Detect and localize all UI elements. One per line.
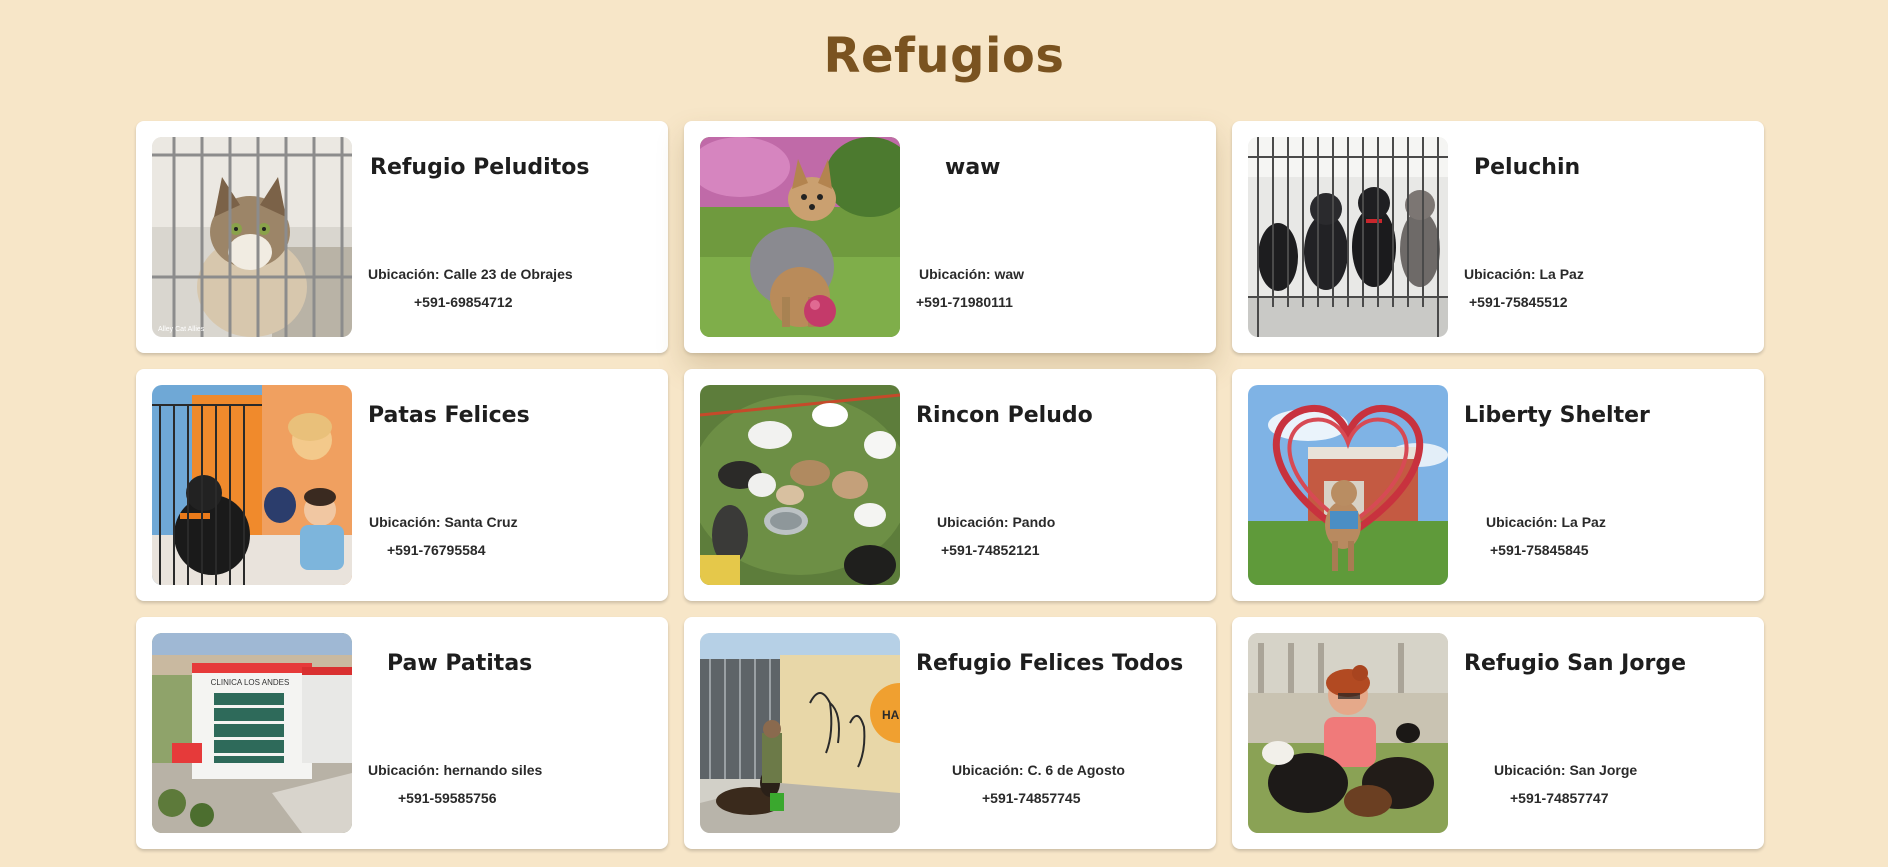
location-label: Ubicación: <box>937 514 1009 530</box>
shelter-name: Paw Patitas <box>387 651 533 676</box>
shelter-grid: Alley Cat Allies Refugio Peluditos Ubica… <box>136 121 1764 849</box>
shelter-phone: +591-74857747 <box>1510 790 1609 806</box>
photo-watermark: Alley Cat Allies <box>158 326 205 333</box>
shelter-phone: +591-74857745 <box>982 790 1081 806</box>
shelter-location: Ubicación: hernando siles <box>368 762 542 778</box>
location-value: C. 6 de Agosto <box>1027 762 1125 778</box>
location-label: Ubicación: <box>368 762 440 778</box>
location-value: La Paz <box>1561 514 1606 530</box>
shelter-card[interactable]: CLINICA LOS ANDES Paw Patitas Ubicación:… <box>136 617 668 849</box>
puppies-in-kennel-photo <box>1248 137 1448 337</box>
shelter-card[interactable]: Refugio San Jorge Ubicación: San Jorge +… <box>1232 617 1764 849</box>
shelter-card[interactable]: Rincon Peludo Ubicación: Pando +591-7485… <box>684 369 1216 601</box>
shelter-phone: +591-75845845 <box>1490 542 1589 558</box>
shelter-location: Ubicación: La Paz <box>1464 266 1584 282</box>
mural-sign: HACH <box>882 708 900 722</box>
shelter-card[interactable]: Liberty Shelter Ubicación: La Paz +591-7… <box>1232 369 1764 601</box>
shelter-phone: +591-59585756 <box>398 790 497 806</box>
shelter-location: Ubicación: San Jorge <box>1494 762 1637 778</box>
shelter-name: waw <box>945 155 1001 180</box>
shelter-name: Refugio Felices Todos <box>916 651 1184 676</box>
location-label: Ubicación: <box>1486 514 1558 530</box>
shelter-phone: +591-75845512 <box>1469 294 1568 310</box>
location-label: Ubicación: <box>919 266 991 282</box>
shelter-name: Refugio San Jorge <box>1464 651 1686 676</box>
shelter-phone: +591-74852121 <box>941 542 1040 558</box>
location-value: waw <box>994 266 1025 282</box>
shelter-card[interactable]: Patas Felices Ubicación: Santa Cruz +591… <box>136 369 668 601</box>
location-label: Ubicación: <box>369 514 441 530</box>
shelter-name: Liberty Shelter <box>1464 403 1650 428</box>
shelter-location: Ubicación: Calle 23 de Obrajes <box>368 266 573 282</box>
location-value: Santa Cruz <box>444 514 518 530</box>
location-value: hernando siles <box>443 762 543 778</box>
location-value: La Paz <box>1539 266 1584 282</box>
shelter-name: Patas Felices <box>368 403 530 428</box>
shelter-name: Peluchin <box>1474 155 1581 180</box>
shelter-location: Ubicación: Pando <box>937 514 1055 530</box>
shelter-card[interactable]: Peluchin Ubicación: La Paz +591-75845512 <box>1232 121 1764 353</box>
shelter-phone: +591-76795584 <box>387 542 486 558</box>
yorkshire-terrier-with-ball-photo <box>700 137 900 337</box>
shelter-name: Rincon Peludo <box>916 403 1093 428</box>
location-label: Ubicación: <box>1464 266 1536 282</box>
building-sign: CLINICA LOS ANDES <box>211 678 290 687</box>
shelter-location: Ubicación: waw <box>919 266 1024 282</box>
cat-behind-cage-photo: Alley Cat Allies <box>152 137 352 337</box>
shelter-phone: +591-71980111 <box>916 294 1013 310</box>
shelter-card[interactable]: Alley Cat Allies Refugio Peluditos Ubica… <box>136 121 668 353</box>
location-value: San Jorge <box>1569 762 1638 778</box>
shelter-card[interactable]: HACH Refugio Felices Todos Ubicación: C.… <box>684 617 1216 849</box>
woman-with-dogs-in-park-photo <box>1248 633 1448 833</box>
shelter-card[interactable]: waw Ubicación: waw +591-71980111 <box>684 121 1216 353</box>
location-label: Ubicación: <box>1494 762 1566 778</box>
page-title: Refugios <box>823 28 1065 84</box>
child-and-dog-at-shelter-photo <box>152 385 352 585</box>
puppies-on-grass-photo <box>700 385 900 585</box>
shelter-name: Refugio Peluditos <box>370 155 590 180</box>
location-label: Ubicación: <box>368 266 440 282</box>
shelter-location: Ubicación: C. 6 de Agosto <box>952 762 1125 778</box>
location-value: Calle 23 de Obrajes <box>443 266 573 282</box>
dog-kennels-with-mural-photo: HACH <box>700 633 900 833</box>
location-label: Ubicación: <box>952 762 1024 778</box>
clinic-building-aerial-photo: CLINICA LOS ANDES <box>152 633 352 833</box>
shelter-location: Ubicación: La Paz <box>1486 514 1606 530</box>
shelter-location: Ubicación: Santa Cruz <box>369 514 518 530</box>
location-value: Pando <box>1012 514 1056 530</box>
dog-under-heart-sculpture-photo <box>1248 385 1448 585</box>
shelter-phone: +591-69854712 <box>414 294 513 310</box>
